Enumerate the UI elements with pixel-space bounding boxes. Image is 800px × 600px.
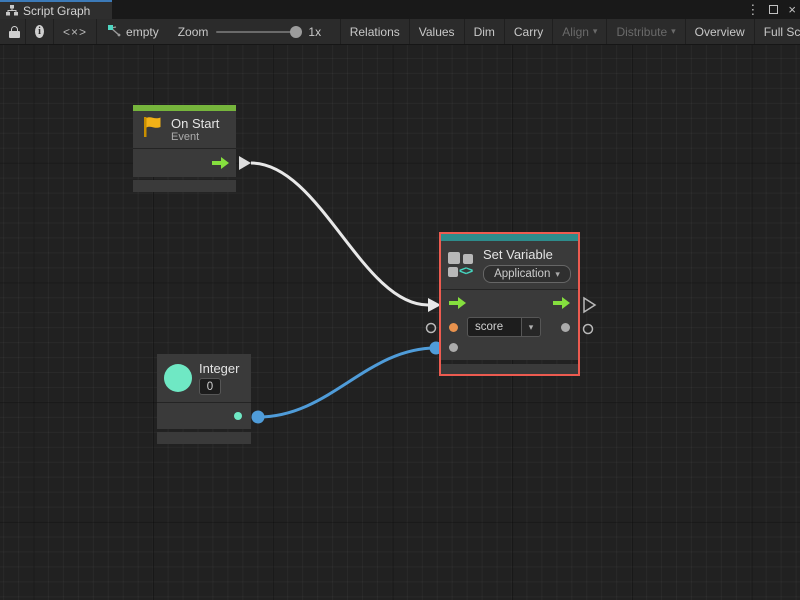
variable-name-input-port[interactable] <box>449 323 458 332</box>
zoom-label: Zoom <box>178 25 209 39</box>
value-wire[interactable] <box>258 348 436 417</box>
value-output-port[interactable] <box>561 323 570 332</box>
node-set-variable[interactable]: <> Set Variable Application ▾ score <box>439 232 580 376</box>
output-flow-port[interactable] <box>212 157 229 169</box>
flag-icon <box>141 115 163 144</box>
graph-pointer-label: empty <box>126 25 159 39</box>
node-title: On Start <box>171 116 219 131</box>
node-integer[interactable]: Integer 0 <box>157 354 251 444</box>
align-label: Align <box>562 25 589 39</box>
dim-label: Dim <box>474 25 495 39</box>
variables-icon: <> <box>448 252 476 279</box>
zoom-value: 1x <box>308 25 321 39</box>
graph-pointer-indicator: empty <box>97 19 168 44</box>
titlebar: Script Graph ⋮ × <box>0 0 800 19</box>
integer-value-field[interactable]: 0 <box>199 378 221 395</box>
dim-button[interactable]: Dim <box>465 19 505 44</box>
code-preview-icon: <×> <box>63 25 87 39</box>
lock-icon <box>9 26 16 38</box>
distribute-label: Distribute <box>616 25 667 39</box>
code-glyph: <> <box>459 263 472 278</box>
code-preview-button[interactable]: <×> <box>54 19 97 44</box>
info-button[interactable]: i <box>26 19 54 44</box>
on-start-header[interactable]: On Start Event <box>133 111 236 148</box>
variable-name-row: score ▾ <box>441 316 578 338</box>
new-value-input-port[interactable] <box>449 343 458 352</box>
flow-port-row <box>441 290 578 316</box>
variable-scope-dropdown[interactable]: Application ▾ <box>483 265 571 283</box>
graph-pointer-icon <box>107 24 121 40</box>
menu-icon[interactable]: ⋮ <box>746 0 759 19</box>
chevron-down-icon: ▾ <box>671 26 676 37</box>
integer-output-port[interactable] <box>234 412 242 420</box>
unconnected-output-circle[interactable] <box>584 325 593 334</box>
distribute-button[interactable]: Distribute ▾ <box>607 19 685 44</box>
overview-button[interactable]: Overview <box>686 19 755 44</box>
full-screen-label: Full Screen <box>764 25 800 39</box>
scope-value: Application <box>494 268 550 280</box>
node-title: Set Variable <box>483 247 571 262</box>
flow-wire[interactable] <box>251 163 428 305</box>
node-title: Integer <box>199 361 239 376</box>
integer-type-icon <box>164 364 192 392</box>
tab-script-graph[interactable]: Script Graph <box>0 0 112 19</box>
unconnected-input-circle[interactable] <box>427 324 436 333</box>
carry-label: Carry <box>514 25 543 39</box>
node-footer <box>157 432 251 444</box>
output-flow-port[interactable] <box>553 297 570 309</box>
node-footer <box>133 180 236 192</box>
unconnected-output-triangle[interactable] <box>584 298 595 312</box>
on-start-port-row <box>133 149 236 177</box>
variable-accent-stripe <box>441 234 578 241</box>
integer-port-row <box>157 403 251 429</box>
window-controls: ⋮ × <box>746 0 796 19</box>
integer-header[interactable]: Integer 0 <box>157 354 251 402</box>
maximize-icon[interactable] <box>769 5 778 14</box>
tab-label: Script Graph <box>23 4 90 18</box>
set-variable-header[interactable]: <> Set Variable Application ▾ <box>441 241 578 289</box>
values-button[interactable]: Values <box>410 19 465 44</box>
chevron-down-icon: ▾ <box>593 26 598 37</box>
zoom-slider-knob[interactable] <box>290 26 302 38</box>
lock-button[interactable] <box>0 19 26 44</box>
zoom-control: Zoom 1x <box>168 19 340 44</box>
node-subtitle: Event <box>171 131 219 143</box>
zoom-slider[interactable] <box>216 31 300 33</box>
value-wire-start-dot[interactable] <box>252 411 265 424</box>
chevron-down-icon[interactable]: ▾ <box>521 318 540 336</box>
overview-label: Overview <box>695 25 745 39</box>
full-screen-button[interactable]: Full Screen <box>755 19 800 44</box>
variable-name-value: score <box>468 321 521 333</box>
variable-name-select[interactable]: score ▾ <box>467 317 541 337</box>
wires-layer <box>0 45 800 600</box>
align-button[interactable]: Align ▾ <box>553 19 607 44</box>
info-icon: i <box>35 25 44 38</box>
graph-toolbar: i <×> empty Zoom 1x Relations Values Dim… <box>0 19 800 45</box>
chevron-down-icon: ▾ <box>555 269 560 280</box>
input-flow-port[interactable] <box>449 297 466 309</box>
graph-canvas[interactable]: On Start Event <> Set Variable Applicati… <box>0 45 800 600</box>
flow-wire-start-arrow[interactable] <box>239 156 251 170</box>
values-label: Values <box>419 25 455 39</box>
relations-label: Relations <box>350 25 400 39</box>
new-value-row <box>441 338 578 360</box>
relations-button[interactable]: Relations <box>341 19 410 44</box>
graph-hierarchy-icon <box>6 5 18 16</box>
toolbar-buttons: Relations Values Dim Carry Align ▾ Distr… <box>340 19 800 44</box>
node-footer <box>441 364 578 374</box>
carry-button[interactable]: Carry <box>505 19 553 44</box>
close-icon[interactable]: × <box>788 0 796 19</box>
node-on-start[interactable]: On Start Event <box>133 105 236 192</box>
